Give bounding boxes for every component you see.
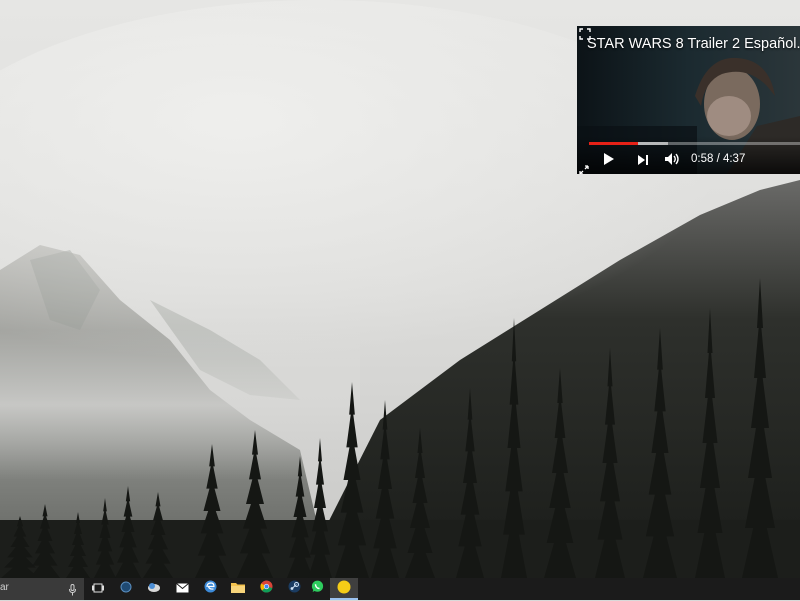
fullscreen-icon[interactable] [579,162,589,174]
task-view-icon [92,580,104,598]
taskbar-sticky-notes[interactable] [330,578,358,600]
search-input[interactable]: ar [0,582,9,593]
taskbar-app-circle[interactable] [112,578,140,600]
search-box[interactable]: ar [0,578,84,600]
video-title: STAR WARS 8 Trailer 2 Español... [587,36,800,52]
taskbar-weather-app[interactable] [140,578,168,600]
time-display: 0:58 / 4:37 [691,153,746,165]
edge-browser-icon [204,580,217,598]
steam-icon [288,580,301,598]
sticky-note-icon [337,580,351,599]
play-icon[interactable] [603,152,615,171]
picture-in-picture-player[interactable]: STAR WARS 8 Trailer 2 Español... 0:58 / … [577,26,800,174]
file-explorer-icon [231,580,245,598]
progress-played [589,142,638,145]
whatsapp-icon [311,580,324,598]
next-track-icon[interactable] [637,153,649,171]
expand-window-icon[interactable] [579,27,591,40]
progress-bar[interactable] [589,142,800,145]
taskbar-whatsapp[interactable] [303,578,331,600]
weather-app-icon [147,580,161,598]
taskbar-edge[interactable] [196,578,224,600]
taskbar-mail[interactable] [168,578,196,600]
taskbar-chrome[interactable] [252,578,280,600]
volume-icon[interactable] [664,152,681,171]
microphone-icon[interactable] [69,583,76,601]
mail-icon [175,580,189,598]
chrome-icon [259,580,273,598]
task-view-button[interactable] [84,578,112,600]
taskbar: ar [0,578,800,600]
app-circle-icon [120,580,132,598]
taskbar-file-explorer[interactable] [224,578,252,600]
